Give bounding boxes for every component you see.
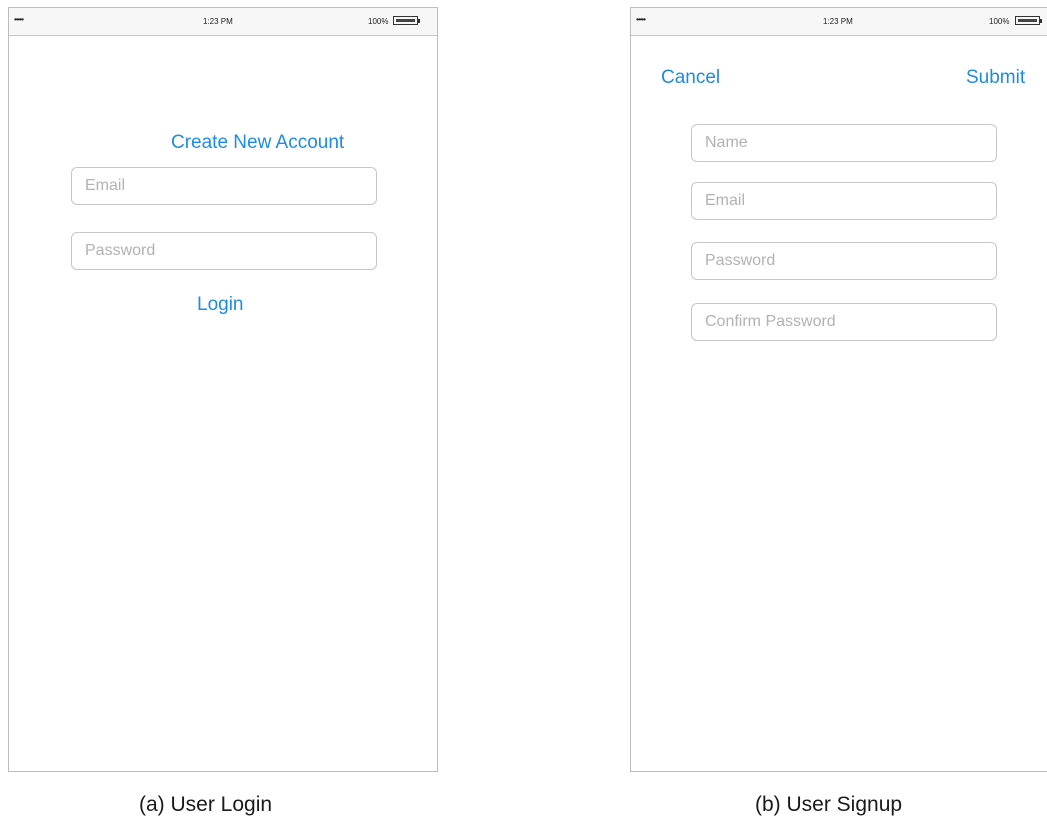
email-field[interactable]: [691, 182, 997, 220]
status-time: 1:23 PM: [203, 17, 233, 26]
signup-screen: ••••• 1:23 PM 100% Cancel Submit: [630, 7, 1047, 772]
battery-percent: 100%: [989, 17, 1010, 26]
login-caption: (a) User Login: [139, 793, 273, 816]
submit-button[interactable]: Submit: [966, 67, 1025, 89]
create-new-account-button[interactable]: Create New Account: [171, 132, 344, 154]
signal-dots-icon: •••••: [14, 15, 24, 24]
email-field[interactable]: [71, 167, 377, 205]
name-field[interactable]: [691, 124, 997, 162]
signup-caption: (b) User Signup: [755, 793, 903, 816]
confirm-password-field[interactable]: [691, 303, 997, 341]
battery-percent: 100%: [368, 17, 389, 26]
battery-icon: [1015, 16, 1040, 25]
status-time: 1:23 PM: [823, 17, 853, 26]
battery-tip-icon: [1040, 19, 1042, 23]
password-field[interactable]: [71, 232, 377, 270]
battery-icon: [393, 16, 418, 25]
battery-tip-icon: [418, 19, 420, 23]
cancel-button[interactable]: Cancel: [661, 67, 720, 89]
status-bar: ••••• 1:23 PM 100%: [631, 8, 1047, 36]
login-screen: ••••• 1:23 PM 100% Create New Account Lo…: [8, 7, 438, 772]
password-field[interactable]: [691, 242, 997, 280]
signal-dots-icon: •••••: [636, 15, 646, 24]
login-button[interactable]: Login: [197, 294, 244, 316]
status-bar: ••••• 1:23 PM 100%: [9, 8, 437, 36]
